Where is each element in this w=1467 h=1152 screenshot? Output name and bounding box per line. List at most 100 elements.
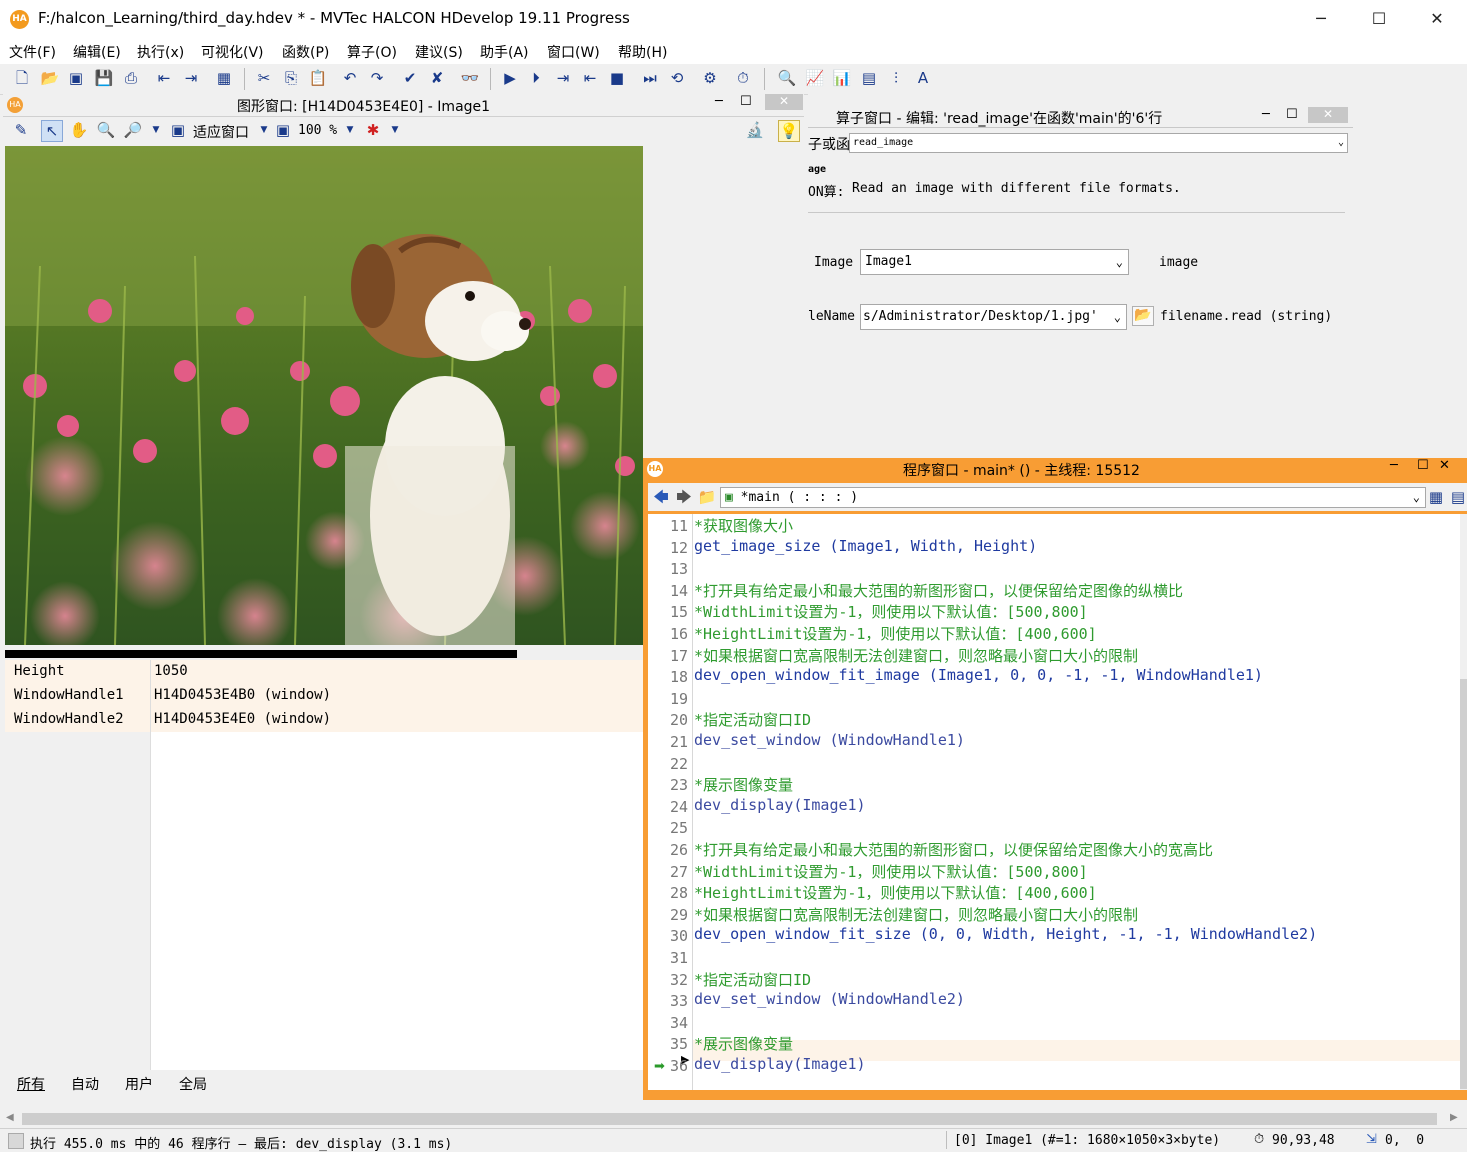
open-example-icon[interactable]: ▣ [66,68,86,88]
chevron-down-icon[interactable]: ▼ [340,120,360,140]
stop-icon[interactable]: ■ [607,68,627,88]
minimize-button[interactable]: ─ [715,94,723,109]
table-row[interactable]: WindowHandle2 H14D0453E4E0 (window) [5,708,643,732]
settings-icon[interactable]: ⚙ [700,68,720,88]
maximize-button[interactable]: ☐ [740,94,752,109]
code-line[interactable]: *指定活动窗口ID [694,709,811,730]
cut-icon[interactable]: ✂ [254,68,274,88]
close-button[interactable]: ✕ [1414,6,1460,32]
tab-all[interactable]: 所有 [17,1074,45,1094]
step-over-icon[interactable]: ⏵ [526,68,546,88]
image-param-select[interactable]: Image1 ⌄ [860,249,1129,275]
close-button[interactable]: ✕ [1308,107,1348,123]
copy-icon[interactable]: ⎘ [281,68,301,88]
edit-procedure-icon[interactable]: ▦ [1426,487,1446,507]
code-line[interactable]: *WidthLimit设置为-1，则使用以下默认值：[500,800] [694,601,1088,622]
vertical-scrollbar[interactable] [1460,514,1467,1090]
menu-suggest[interactable]: 建议(S) [415,42,463,62]
menu-assistant[interactable]: 助手(A) [480,42,529,62]
run-icon[interactable]: ▶ [500,68,520,88]
menu-window[interactable]: 窗口(W) [547,42,600,62]
save-icon[interactable]: 💾 [94,68,114,88]
tab-global[interactable]: 全局 [179,1074,207,1094]
magnifier-icon[interactable]: 🔍 [96,120,116,140]
ocr-icon[interactable]: A [913,68,933,88]
line-profile-icon[interactable]: 📊 [832,68,852,88]
code-line[interactable]: *获取图像大小 [694,515,793,536]
code-line[interactable]: *展示图像变量 [694,774,793,795]
minimize-button[interactable]: ─ [1262,107,1270,122]
code-line[interactable]: *指定活动窗口ID [694,969,811,990]
chevron-down-icon[interactable]: ▼ [146,120,166,140]
menu-edit[interactable]: 编辑(E) [73,42,121,62]
code-line[interactable]: *HeightLimit设置为-1，则使用以下默认值：[400,600] [694,623,1097,644]
activate-icon[interactable]: ✔ [400,68,420,88]
pointer-icon[interactable]: ↖ [41,120,63,142]
menu-visualize[interactable]: 可视化(V) [201,42,264,62]
color-settings-icon[interactable]: ✱ [363,120,383,140]
code-line[interactable]: dev_open_window_fit_size (0, 0, Width, H… [694,925,1317,943]
new-file-icon[interactable]: 🗋 [12,68,32,88]
deactivate-icon[interactable]: ✘ [427,68,447,88]
tab-auto[interactable]: 自动 [71,1074,99,1094]
code-line[interactable]: *打开具有给定最小和最大范围的新图形窗口，以便保留给定图像的纵横比 [694,580,1183,601]
procedure-select[interactable]: ▣ *main ( : : : ) ⌄ [720,487,1426,508]
maximize-button[interactable]: ☐ [1286,107,1298,122]
code-line[interactable]: dev_display(Image1) [694,1055,866,1073]
gray-histogram-icon[interactable]: 📈 [805,68,825,88]
scrollbar-thumb[interactable] [1460,679,1467,1089]
table-row[interactable]: Height 1050 [5,660,643,684]
maximize-button[interactable]: ☐ [1356,6,1402,32]
reset-program-icon[interactable]: ⟲ [667,68,687,88]
maximize-button[interactable]: ☐ [1417,458,1429,473]
edit-icon[interactable]: ✎ [11,120,31,140]
minimize-button[interactable]: ─ [1390,458,1398,473]
redo-icon[interactable]: ↷ [367,68,387,88]
code-line[interactable]: get_image_size (Image1, Width, Height) [694,537,1037,555]
code-line[interactable]: *如果根据窗口宽高限制无法创建窗口，则忽略最小窗口大小的限制 [694,645,1138,666]
menu-help[interactable]: 帮助(H) [618,42,667,62]
forward-icon[interactable]: 🡆 [674,487,694,507]
back-icon[interactable]: 🡄 [651,487,671,507]
zoom-window-icon[interactable]: 🔍 [777,68,797,88]
scrollbar-thumb[interactable] [22,1113,1437,1125]
inspect-icon[interactable]: 🔬 [745,120,765,140]
zoom-level[interactable]: 100 % [298,123,337,138]
close-button[interactable]: ✕ [765,94,803,110]
code-line[interactable]: dev_open_window_fit_image (Image1, 0, 0,… [694,666,1263,684]
undo-icon[interactable]: ↶ [340,68,360,88]
horizontal-scrollbar[interactable]: ◀ ▶ [0,1110,1467,1128]
step-into-icon[interactable]: ⇥ [553,68,573,88]
image-acq-icon[interactable]: ▦ [214,68,234,88]
code-line[interactable]: *HeightLimit设置为-1，则使用以下默认值：[400,600] [694,882,1097,903]
scroll-right-icon[interactable]: ▶ [1450,1112,1458,1123]
procedure-tools-icon[interactable]: ▤ [1448,487,1467,507]
print-icon[interactable]: ⎙ [121,68,141,88]
fit-window-button[interactable]: 适应窗口 [193,122,249,142]
menu-file[interactable]: 文件(F) [9,42,56,62]
code-line[interactable]: *WidthLimit设置为-1，则使用以下默认值：[500,800] [694,861,1088,882]
column-divider[interactable] [150,660,151,1070]
filename-param-select[interactable]: s/Administrator/Desktop/1.jpg' ⌄ [860,304,1127,330]
code-line[interactable]: *打开具有给定最小和最大范围的新图形窗口，以便保留给定图像大小的宽高比 [694,839,1213,860]
table-row[interactable]: WindowHandle1 H14D0453E4B0 (window) [5,684,643,708]
lightbulb-icon[interactable]: 💡 [778,120,800,142]
tab-user[interactable]: 用户 [125,1074,153,1094]
fit-window-icon[interactable]: ▣ [168,120,188,140]
code-line[interactable]: dev_set_window (WindowHandle2) [694,990,965,1008]
zoom-in-icon[interactable]: 🔎 [123,120,143,140]
close-button[interactable]: ✕ [1439,458,1450,473]
code-line[interactable]: *如果根据窗口宽高限制无法创建窗口，则忽略最小窗口大小的限制 [694,904,1138,925]
code-line[interactable]: dev_set_window (WindowHandle1) [694,731,965,749]
paste-icon[interactable]: 📋 [308,68,328,88]
import-icon[interactable]: ⇤ [154,68,174,88]
export-icon[interactable]: ⇥ [181,68,201,88]
scroll-left-icon[interactable]: ◀ [6,1112,14,1123]
code-line[interactable]: *展示图像变量 [694,1033,793,1054]
menu-execute[interactable]: 执行(x) [137,42,184,62]
feature-histogram-icon[interactable]: ▤ [859,68,879,88]
code-line[interactable]: dev_display(Image1) [694,796,866,814]
hand-icon[interactable]: ✋ [69,120,89,140]
operator-select[interactable]: read_image ⌄ [849,133,1348,153]
folder-icon[interactable]: 📂 [1132,306,1154,326]
